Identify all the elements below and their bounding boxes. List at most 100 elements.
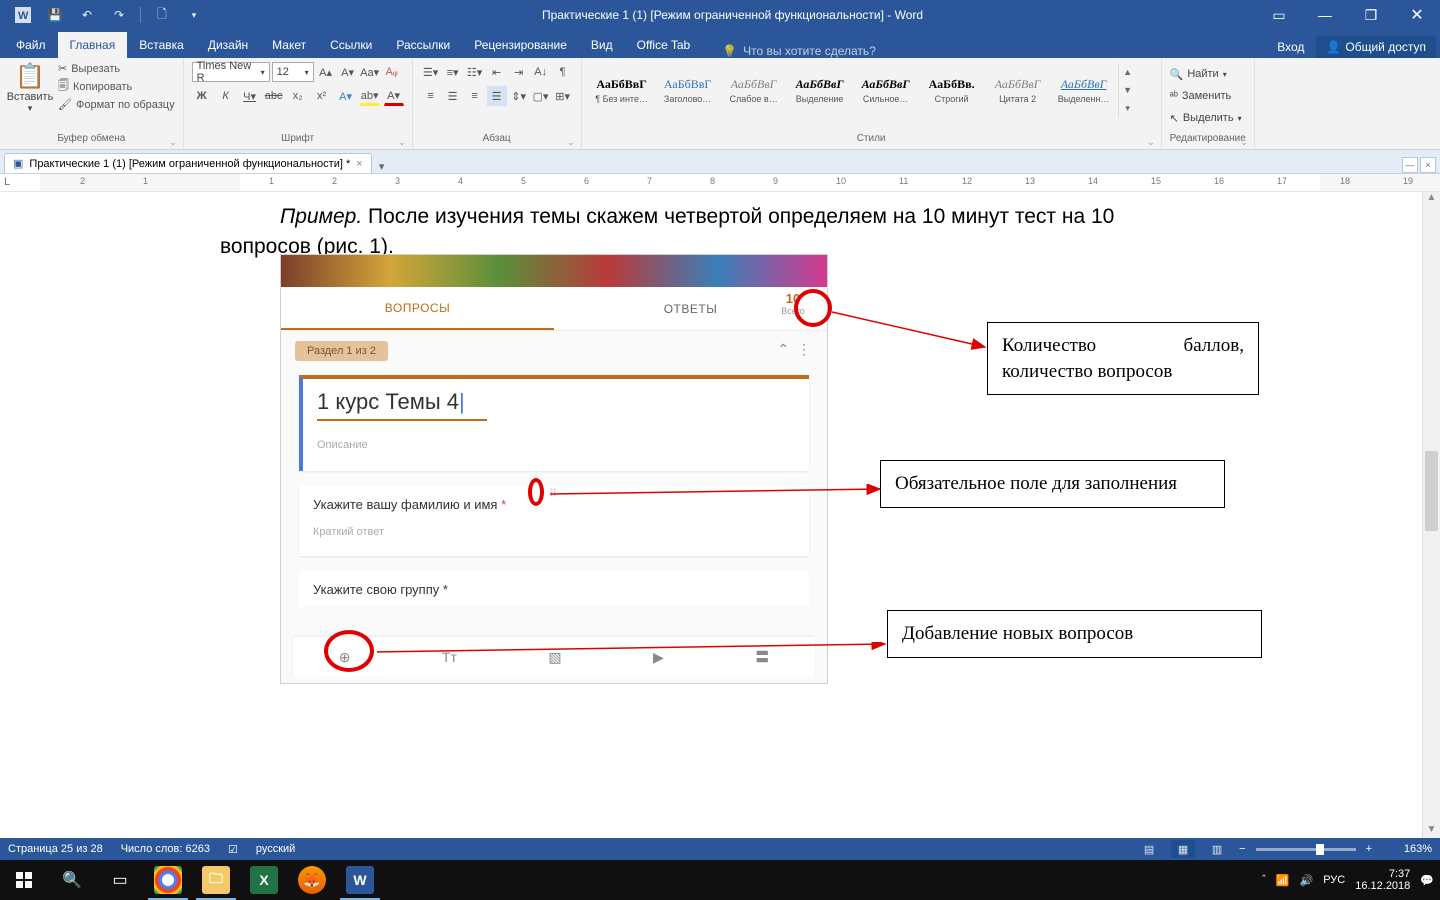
select-button[interactable]: ↖Выделить▾	[1170, 108, 1246, 128]
styles-more-icon[interactable]: ▾	[1121, 99, 1135, 117]
view-print-icon[interactable]: ▦	[1171, 840, 1195, 858]
tray-chevron-icon[interactable]: ˆ	[1262, 874, 1266, 886]
style-item-3[interactable]: АаБбВвГВыделение	[788, 62, 852, 118]
view-web-icon[interactable]: ▥	[1205, 840, 1229, 858]
tab-home[interactable]: Главная	[58, 32, 128, 58]
clear-format-icon[interactable]: Aᵩ	[382, 62, 402, 82]
taskbar-word[interactable]: W	[336, 860, 384, 900]
subscript-icon[interactable]: x₂	[288, 86, 308, 106]
task-view-icon[interactable]: ▭	[96, 860, 144, 900]
scroll-thumb[interactable]	[1425, 451, 1438, 531]
horizontal-ruler[interactable]: 2112345678910111213141516171819	[0, 174, 1440, 192]
add-video-icon[interactable]: ▶	[653, 649, 664, 666]
tab-insert[interactable]: Вставка	[127, 32, 196, 58]
bullets-icon[interactable]: ☰▾	[421, 62, 441, 82]
close-tab-icon[interactable]: ×	[356, 158, 362, 170]
add-title-icon[interactable]: Tᴛ	[442, 649, 457, 665]
drag-handle-icon[interactable]: ⠿	[549, 487, 559, 500]
taskbar-excel[interactable]: X	[240, 860, 288, 900]
undo-icon[interactable]: ↶	[72, 3, 102, 27]
style-item-2[interactable]: АаБбВвГСлабое в…	[722, 62, 786, 118]
styles-down-icon[interactable]: ▼	[1121, 81, 1135, 99]
bold-icon[interactable]: Ж	[192, 86, 212, 106]
search-taskbar-icon[interactable]: 🔍	[48, 860, 96, 900]
form-question-1-card[interactable]: ⠿ Укажите вашу фамилию и имя * Краткий о…	[299, 485, 809, 556]
start-button[interactable]	[0, 860, 48, 900]
align-right-icon[interactable]: ≡	[465, 86, 485, 106]
paste-dropdown-icon[interactable]: ▾	[28, 103, 33, 114]
font-family-select[interactable]: Times New R▾	[192, 62, 270, 82]
word-app-icon[interactable]: W	[8, 3, 38, 27]
tab-layout[interactable]: Макет	[260, 32, 318, 58]
increase-indent-icon[interactable]: ⇥	[509, 62, 529, 82]
strike-icon[interactable]: abc	[264, 86, 284, 106]
redo-icon[interactable]: ↷	[104, 3, 134, 27]
borders-icon[interactable]: ⊞▾	[553, 86, 573, 106]
minimize-icon[interactable]: —	[1302, 0, 1348, 30]
tray-volume-icon[interactable]: 🔊	[1300, 874, 1314, 887]
tab-references[interactable]: Ссылки	[318, 32, 384, 58]
form-title-card[interactable]: 1 курс Темы 4 Описание	[299, 375, 809, 471]
style-item-1[interactable]: АаБбВвГЗаголово…	[656, 62, 720, 118]
sort-icon[interactable]: A↓	[531, 62, 551, 82]
zoom-value[interactable]: 163%	[1382, 843, 1432, 855]
shading-icon[interactable]: ▢▾	[531, 86, 551, 106]
tab-view[interactable]: Вид	[579, 32, 625, 58]
status-wordcount[interactable]: Число слов: 6263	[121, 843, 210, 855]
taskbar-explorer[interactable]: 🗀	[192, 860, 240, 900]
text-effects-icon[interactable]: A▾	[336, 86, 356, 106]
form-description-placeholder[interactable]: Описание	[317, 439, 795, 451]
grow-font-icon[interactable]: A▴	[316, 62, 336, 82]
add-image-icon[interactable]: ▧	[548, 649, 561, 666]
style-item-6[interactable]: АаБбВвГЦитата 2	[986, 62, 1050, 118]
taskbar-firefox[interactable]: 🦊	[288, 860, 336, 900]
line-spacing-icon[interactable]: ⇕▾	[509, 86, 529, 106]
tabbar-minimize-icon[interactable]: —	[1402, 157, 1418, 173]
tab-mailings[interactable]: Рассылки	[384, 32, 462, 58]
close-icon[interactable]: ✕	[1394, 0, 1440, 30]
paragraph-line-1[interactable]: Пример. После изучения темы скажем четве…	[220, 202, 1276, 232]
zoom-in-icon[interactable]: +	[1366, 843, 1372, 855]
document-area[interactable]: Пример. После изучения темы скажем четве…	[0, 192, 1422, 840]
signin-button[interactable]: Вход	[1267, 36, 1314, 58]
view-read-icon[interactable]: ▤	[1137, 840, 1161, 858]
status-page[interactable]: Страница 25 из 28	[8, 843, 103, 855]
vertical-scrollbar[interactable]: ▲ ▼	[1422, 192, 1440, 840]
tell-me-search[interactable]: 💡Что вы хотите сделать?	[722, 44, 876, 58]
form-question-2-card[interactable]: Укажите свою группу *	[299, 570, 809, 607]
tab-review[interactable]: Рецензирование	[462, 32, 579, 58]
font-size-select[interactable]: 12▾	[272, 62, 314, 82]
underline-icon[interactable]: Ч▾	[240, 86, 260, 106]
form-section-menu-icon[interactable]: ⌃ ⋮	[777, 341, 813, 358]
justify-icon[interactable]: ☰	[487, 86, 507, 106]
find-button[interactable]: 🔍Найти▾	[1170, 64, 1246, 84]
cut-button[interactable]: ✂Вырезать	[58, 62, 175, 75]
tabbar-close-icon[interactable]: ×	[1420, 157, 1436, 173]
font-color-icon[interactable]: A▾	[384, 86, 404, 106]
tab-officetab[interactable]: Office Tab	[625, 32, 703, 58]
tray-clock[interactable]: 7:37 16.12.2018	[1355, 868, 1410, 892]
style-item-4[interactable]: АаБбВвГСильное…	[854, 62, 918, 118]
copy-button[interactable]: 🗐Копировать	[58, 77, 175, 96]
new-doc-icon[interactable]: 🗋	[147, 3, 177, 27]
tray-language[interactable]: РУС	[1323, 874, 1345, 886]
change-case-icon[interactable]: Aa▾	[360, 62, 380, 82]
tab-design[interactable]: Дизайн	[196, 32, 260, 58]
align-left-icon[interactable]: ≡	[421, 86, 441, 106]
form-tab-questions[interactable]: ВОПРОСЫ	[281, 287, 554, 330]
pilcrow-icon[interactable]: ¶	[553, 62, 573, 82]
scroll-up-icon[interactable]: ▲	[1423, 192, 1440, 208]
zoom-out-icon[interactable]: −	[1239, 843, 1245, 855]
replace-button[interactable]: ᵃᵇЗаменить	[1170, 86, 1246, 106]
style-item-7[interactable]: АаБбВвГВыделенн…	[1052, 62, 1116, 118]
qat-customize-icon[interactable]: ▾	[179, 3, 209, 27]
style-item-0[interactable]: АаБбВвГ¶ Без инте…	[590, 62, 654, 118]
add-section-icon[interactable]: 〓	[755, 647, 769, 667]
tray-notifications-icon[interactable]: 💬	[1420, 874, 1434, 887]
document-tab-active[interactable]: ▣ Практические 1 (1) [Режим ограниченной…	[4, 153, 372, 173]
add-tab-button[interactable]: ▾	[372, 160, 392, 173]
style-item-5[interactable]: АаБбВв.Строгий	[920, 62, 984, 118]
ribbon-display-icon[interactable]: ▭	[1256, 0, 1302, 30]
form-title-text[interactable]: 1 курс Темы 4	[317, 389, 487, 421]
zoom-slider[interactable]	[1256, 848, 1356, 851]
